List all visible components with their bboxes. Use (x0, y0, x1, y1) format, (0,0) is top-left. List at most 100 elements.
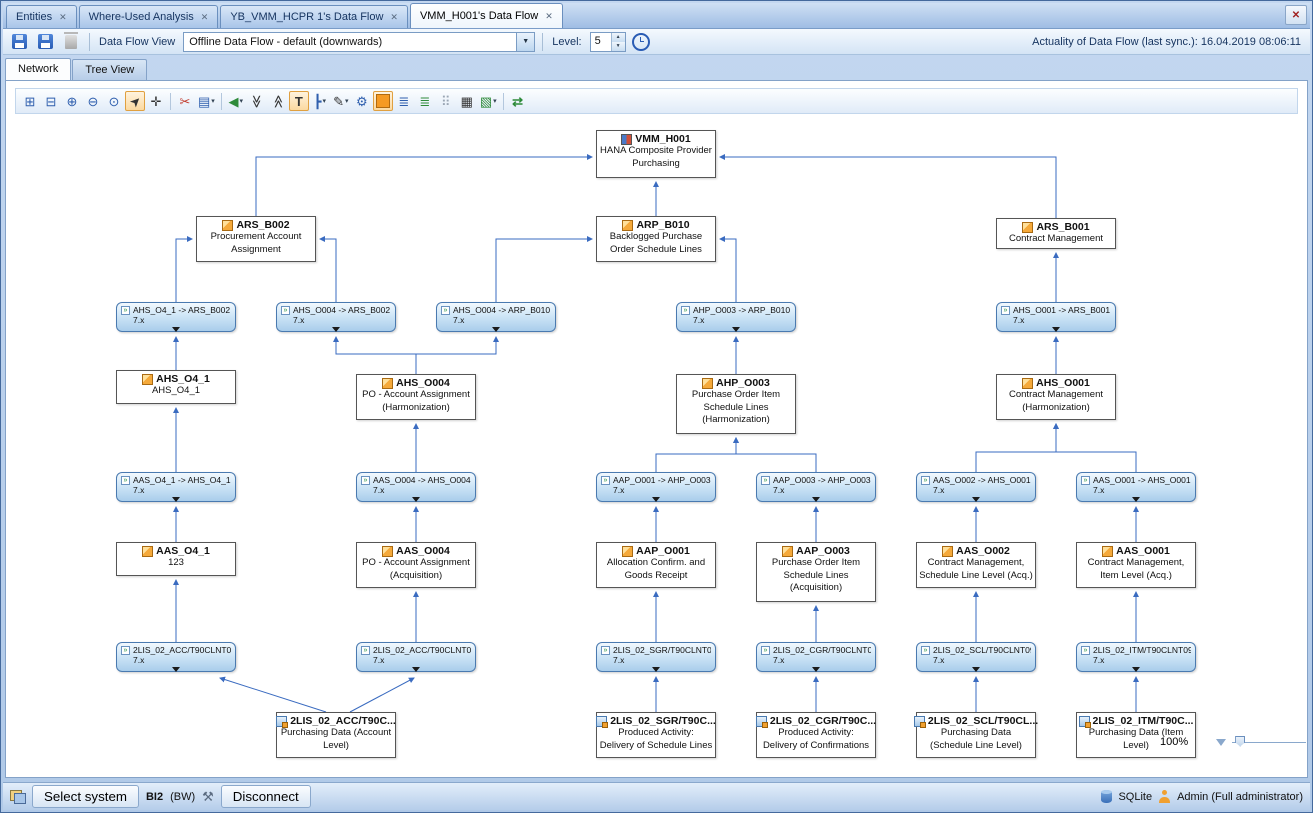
collapse-arrow-icon[interactable] (732, 327, 740, 332)
node-AHS_O004[interactable]: AHS_O004PO - Account Assignment(Harmoniz… (356, 374, 476, 420)
annotate-button[interactable]: ✎▾ (331, 91, 351, 111)
collapse-arrow-icon[interactable] (972, 667, 980, 672)
export-excel-button[interactable]: ▧▾ (478, 91, 499, 111)
collapse-arrow-icon[interactable] (1132, 667, 1140, 672)
collapse-arrow-icon[interactable] (412, 497, 420, 502)
collapse-arrow-icon[interactable] (412, 667, 420, 672)
transformation-AAS_O4_1 -> AHS_O4_1[interactable]: »AAS_O4_1 -> AHS_O4_17.x (116, 472, 236, 502)
diagram-canvas[interactable]: 100% VMM_H001HANA Composite ProviderPurc… (12, 122, 1306, 776)
close-tab-button[interactable]: ✕ (1285, 5, 1307, 25)
node-2LIS_02_CGR[interactable]: 2LIS_02_CGR/T90C...Produced Activity:Del… (756, 712, 876, 758)
node-AHS_O4_1[interactable]: AHS_O4_1AHS_O4_1 (116, 370, 236, 404)
transformation-2LIS_02_SCL/T90CLNT090 ->...[interactable]: »2LIS_02_SCL/T90CLNT090 ->...7.x (916, 642, 1036, 672)
user-name[interactable]: Admin (Full administrator) (1177, 791, 1303, 803)
grid-toggle-button[interactable]: ⠿ (436, 91, 456, 111)
zoom-out-button[interactable]: ⊖ (83, 91, 103, 111)
node-AAP_O003[interactable]: AAP_O003Purchase Order ItemSchedule Line… (756, 542, 876, 602)
transformation-AHS_O001 -> ARS_B001[interactable]: »AHS_O001 -> ARS_B0017.x (996, 302, 1116, 332)
zoom-actual-button[interactable]: ⊙ (104, 91, 124, 111)
save-button[interactable] (8, 31, 30, 53)
node-AHP_O003[interactable]: AHP_O003Purchase Order ItemSchedule Line… (676, 374, 796, 434)
tab-vmm-h001-data-flow[interactable]: VMM_H001's Data Flow ✕ (410, 3, 563, 28)
tab-network[interactable]: Network (5, 58, 71, 80)
select-system-button[interactable]: Select system (32, 785, 139, 808)
tab-close-icon[interactable]: ✕ (201, 13, 209, 22)
select-tool-button[interactable]: ➤ (125, 91, 145, 111)
tab-entities[interactable]: Entities ✕ (6, 5, 77, 28)
data-flow-select[interactable]: Offline Data Flow - default (downwards) … (183, 32, 535, 52)
node-AAS_O001[interactable]: AAS_O001Contract Management,Item Level (… (1076, 542, 1196, 588)
table-view-button[interactable]: ▦ (457, 91, 477, 111)
collapse-arrow-icon[interactable] (812, 497, 820, 502)
node-ARS_B002[interactable]: ARS_B002Procurement AccountAssignment (196, 216, 316, 262)
node-ARP_B010[interactable]: ARP_B010Backlogged PurchaseOrder Schedul… (596, 216, 716, 262)
layers-green-button[interactable]: ≣ (415, 91, 435, 111)
tab-tree-view[interactable]: Tree View (72, 59, 147, 80)
transformation-2LIS_02_SGR/T90CLNT090 ->...[interactable]: »2LIS_02_SGR/T90CLNT090 ->...7.x (596, 642, 716, 672)
refresh-button[interactable]: ⇄ (508, 91, 528, 111)
level-value[interactable]: 5 (591, 33, 611, 51)
settings-button[interactable]: ⚙ (352, 91, 372, 111)
collapse-arrow-icon[interactable] (172, 667, 180, 672)
node-2LIS_02_SCL[interactable]: 2LIS_02_SCL/T90CL...Purchasing Data(Sche… (916, 712, 1036, 758)
transformation-AAP_O003 -> AHP_O003[interactable]: »AAP_O003 -> AHP_O0037.x (756, 472, 876, 502)
node-AAS_O002[interactable]: AAS_O002Contract Management,Schedule Lin… (916, 542, 1036, 588)
node-ARS_B001[interactable]: ARS_B001Contract Management (996, 218, 1116, 249)
transformation-AHS_O4_1 -> ARS_B002[interactable]: »AHS_O4_1 -> ARS_B0027.x (116, 302, 236, 332)
pan-tool-button[interactable]: ✛ (146, 91, 166, 111)
spin-up-icon[interactable]: ▲ (612, 33, 625, 42)
tab-close-icon[interactable]: ✕ (545, 12, 553, 21)
highlight-color-button[interactable] (373, 91, 393, 111)
zoom-in-button[interactable]: ⊕ (62, 91, 82, 111)
collapse-arrow-icon[interactable] (492, 327, 500, 332)
transformation-AHS_O004 -> ARP_B010[interactable]: »AHS_O004 -> ARP_B0107.x (436, 302, 556, 332)
sync-time-button[interactable] (630, 31, 652, 53)
transformation-2LIS_02_ACC/T90CLNT090 ->...[interactable]: »2LIS_02_ACC/T90CLNT090 ->...7.x (356, 642, 476, 672)
node-2LIS_02_ACC[interactable]: 2LIS_02_ACC/T90C...Purchasing Data (Acco… (276, 712, 396, 758)
display-options-button[interactable]: ▤▾ (196, 91, 217, 111)
collapse-arrow-icon[interactable] (972, 497, 980, 502)
overview-window-button[interactable]: ⊞ (20, 91, 40, 111)
hierarchy-view-button[interactable]: ┣▾ (310, 91, 330, 111)
fit-content-button[interactable]: ⊟ (41, 91, 61, 111)
collapse-arrow-icon[interactable] (652, 667, 660, 672)
layers-blue-button[interactable]: ≣ (394, 91, 414, 111)
level-stepper[interactable]: 5 ▲ ▼ (590, 32, 626, 52)
tab-close-icon[interactable]: ✕ (390, 13, 398, 22)
disconnect-button[interactable]: Disconnect (221, 785, 311, 808)
transformation-AHP_O003 -> ARP_B010[interactable]: »AHP_O003 -> ARP_B0107.x (676, 302, 796, 332)
collapse-arrow-icon[interactable] (812, 667, 820, 672)
node-VMM_H001[interactable]: VMM_H001HANA Composite ProviderPurchasin… (596, 130, 716, 178)
save-as-button[interactable] (34, 31, 56, 53)
node-AAP_O001[interactable]: AAP_O001Allocation Confirm. andGoods Rec… (596, 542, 716, 588)
dropdown-arrow-icon[interactable]: ▾ (345, 97, 349, 105)
system-list-icon[interactable] (10, 790, 25, 803)
delete-button[interactable] (60, 31, 82, 53)
dropdown-arrow-icon[interactable]: ▾ (211, 97, 215, 105)
collapse-arrow-icon[interactable] (332, 327, 340, 332)
tab-where-used-analysis[interactable]: Where-Used Analysis ✕ (79, 5, 219, 28)
navigate-button[interactable]: ◀▾ (226, 91, 246, 111)
tools-icon[interactable]: ⚒ (202, 789, 214, 805)
node-2LIS_02_SGR[interactable]: 2LIS_02_SGR/T90C...Produced Activity:Del… (596, 712, 716, 758)
collapse-arrow-icon[interactable] (172, 497, 180, 502)
collapse-all-button[interactable]: ≫ (268, 91, 288, 111)
spin-down-icon[interactable]: ▼ (612, 42, 625, 51)
collapse-arrow-icon[interactable] (1132, 497, 1140, 502)
remove-from-view-button[interactable]: ✂ (175, 91, 195, 111)
transformation-AAS_O002 -> AHS_O001[interactable]: »AAS_O002 -> AHS_O0017.x (916, 472, 1036, 502)
dropdown-arrow-icon[interactable]: ▾ (493, 97, 497, 105)
node-AAS_O004[interactable]: AAS_O004PO - Account Assignment(Acquisit… (356, 542, 476, 588)
collapse-arrow-icon[interactable] (172, 327, 180, 332)
collapse-arrow-icon[interactable] (652, 497, 660, 502)
tab-close-icon[interactable]: ✕ (59, 13, 67, 22)
transformation-2LIS_02_ACC/T90CLNT090 ->...[interactable]: »2LIS_02_ACC/T90CLNT090 ->...7.x (116, 642, 236, 672)
transformation-AAS_O001 -> AHS_O001[interactable]: »AAS_O001 -> AHS_O0017.x (1076, 472, 1196, 502)
dropdown-arrow-icon[interactable]: ▾ (322, 97, 326, 105)
chevron-down-icon[interactable]: ▼ (516, 33, 534, 51)
node-AAS_O4_1[interactable]: AAS_O4_1123 (116, 542, 236, 576)
transformation-AAS_O004 -> AHS_O004[interactable]: »AAS_O004 -> AHS_O0047.x (356, 472, 476, 502)
expand-all-button[interactable]: ≫ (247, 91, 267, 111)
transformation-2LIS_02_ITM/T90CLNT090 ->...[interactable]: »2LIS_02_ITM/T90CLNT090 ->...7.x (1076, 642, 1196, 672)
node-AHS_O001[interactable]: AHS_O001Contract Management(Harmonizatio… (996, 374, 1116, 420)
